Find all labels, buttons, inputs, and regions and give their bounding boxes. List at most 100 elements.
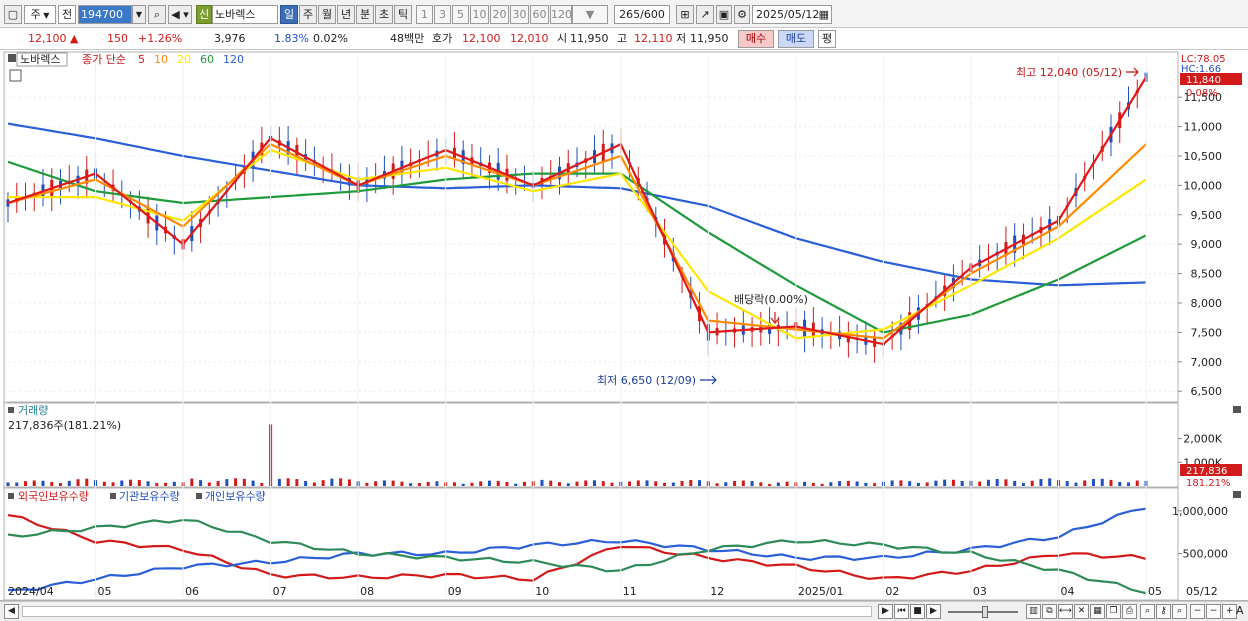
volume-bar — [260, 483, 264, 486]
play-button[interactable]: ▶ — [926, 604, 941, 619]
period-tab-0[interactable]: 일 — [280, 5, 298, 24]
minus-icon[interactable]: − — [1206, 604, 1221, 619]
overlay-icon[interactable]: ⧉ — [1042, 604, 1057, 619]
volume-bar — [785, 481, 789, 486]
magnify-icon[interactable]: ⌕ — [1172, 604, 1187, 619]
rewind-button[interactable]: ⏮ — [894, 604, 909, 619]
prev-button[interactable]: 전 — [58, 5, 76, 24]
current-price-tag: 11,840 — [1186, 75, 1221, 86]
zoom-slider-thumb[interactable] — [982, 606, 988, 618]
volume-bar — [172, 481, 176, 486]
ruler-icon[interactable]: ⟷ — [1058, 604, 1073, 619]
holding-panel-menu-icon[interactable] — [8, 493, 14, 499]
x-tick-label: 02 — [885, 585, 899, 598]
price-tick-label: 9,000 — [1191, 238, 1223, 251]
holding-panel-close-icon[interactable] — [1233, 491, 1241, 498]
buy-button[interactable]: 매수 — [738, 30, 774, 48]
scroll-right-button[interactable]: ▶ — [878, 604, 893, 619]
volume-bar — [750, 480, 754, 486]
volume-bar — [67, 480, 71, 486]
interval-tab-10[interactable]: 10 — [470, 5, 489, 24]
stock-code-input[interactable]: 194700 — [78, 5, 132, 24]
period-select[interactable]: 주 ▼ — [24, 5, 56, 24]
panel-menu-icon[interactable] — [8, 54, 16, 62]
key-icon[interactable]: ⚷ — [1156, 604, 1171, 619]
period-tab-1[interactable]: 주 — [299, 5, 317, 24]
holding-y-axis: 1,000,000 500,000 — [1172, 505, 1228, 561]
scroll-track[interactable] — [22, 606, 872, 617]
period-tab-2[interactable]: 월 — [318, 5, 336, 24]
volume-bar — [207, 482, 211, 486]
volume-bar — [452, 482, 456, 486]
scroll-left-button[interactable]: ◀ — [4, 604, 19, 619]
period-tab-5[interactable]: 초 — [375, 5, 393, 24]
interval-tab-60[interactable]: 60 — [530, 5, 549, 24]
volume-pct-tag: 181.21% — [1186, 478, 1231, 489]
search-icon[interactable]: ⌕ — [148, 5, 166, 24]
table-icon[interactable]: ▦ — [1090, 604, 1105, 619]
volume-bar — [890, 480, 894, 486]
volume-bar — [514, 483, 518, 486]
interval-tab-120[interactable]: 120 — [550, 5, 572, 24]
period-tab-4[interactable]: 분 — [356, 5, 374, 24]
font-size-icon[interactable]: A — [1236, 604, 1244, 617]
eval-button[interactable]: 평 — [818, 30, 836, 48]
interval-tab-1[interactable]: 1 — [416, 5, 433, 24]
interval-tab-5[interactable]: 5 — [452, 5, 469, 24]
ma-legend-item: 60 — [200, 53, 214, 66]
save-icon[interactable]: ▣ — [716, 5, 732, 24]
chart-settings-icon[interactable]: ⊞ — [676, 5, 694, 24]
price-tick-label: 7,000 — [1191, 356, 1223, 369]
last-date-label: 05/12 — [1186, 585, 1218, 598]
volume-panel-menu-icon[interactable] — [8, 407, 14, 413]
volume-bar — [374, 481, 378, 486]
trend-icon[interactable]: ↗ — [696, 5, 714, 24]
date-input[interactable]: 2025/05/12 ▦ — [752, 5, 832, 24]
stock-chart[interactable]: 11,50011,00010,50010,0009,5009,0008,5008… — [0, 50, 1248, 621]
calendar-icon[interactable]: ▦ — [819, 6, 829, 23]
interval-tab-20[interactable]: 20 — [490, 5, 509, 24]
volume-bar — [601, 481, 605, 486]
volume-bar — [557, 482, 561, 486]
volume-value: 3,976 — [214, 32, 246, 45]
volume-bar — [680, 480, 684, 486]
chart-type-icon[interactable]: ▥ — [1026, 604, 1041, 619]
high-annotation: 최고 12,040 (05/12) — [1016, 66, 1122, 79]
individual-menu-icon[interactable] — [196, 493, 202, 499]
bar-count-input[interactable]: 265/600 — [614, 5, 670, 24]
volume-panel — [3, 402, 1179, 488]
period-tab-6[interactable]: 틱 — [394, 5, 412, 24]
volume-bar — [1091, 479, 1095, 486]
quote-info-bar: 12,100 ▲ 150 +1.26% 3,976 1.83% 0.02% 48… — [0, 28, 1248, 50]
period-tab-3[interactable]: 년 — [337, 5, 355, 24]
high-label: 고 — [617, 32, 628, 45]
code-dropdown-button[interactable]: ▼ — [132, 5, 146, 24]
speaker-icon[interactable]: ◀ ▾ — [168, 5, 192, 24]
credit-badge: 신 — [196, 5, 212, 24]
stop-button[interactable]: ■ — [910, 604, 925, 619]
interval-custom-input[interactable]: ▼ — [572, 5, 608, 24]
volume-bar — [242, 478, 246, 486]
volume-bar — [584, 480, 588, 486]
sell-button[interactable]: 매도 — [778, 30, 814, 48]
zoom-out-icon[interactable]: − — [1190, 604, 1205, 619]
plus-icon[interactable]: + — [1222, 604, 1237, 619]
volume-panel-close-icon[interactable] — [1233, 406, 1241, 413]
gear-icon[interactable]: ⚙ — [734, 5, 750, 24]
institution-menu-icon[interactable] — [110, 493, 116, 499]
zoom-search-icon[interactable]: ⌕ — [1140, 604, 1155, 619]
current-price-value: 12,100 — [28, 32, 67, 45]
volume-bar — [470, 482, 474, 486]
low-annotation: 최저 6,650 (12/09) — [597, 374, 696, 387]
volume-bar — [663, 482, 667, 486]
volume-bar — [391, 480, 395, 486]
stock-name-field[interactable]: 노바렉스 — [212, 5, 278, 24]
chart-scroll-bar: ◀ ▶ ⏮ ■ ▶ ▥ ⧉ ⟷ ✕ ▦ ❐ ⎙ ⌕ ⚷ ⌕ − − + A — [0, 601, 1248, 621]
print-icon[interactable]: ⎙ — [1122, 604, 1137, 619]
cross-icon[interactable]: ✕ — [1074, 604, 1089, 619]
interval-tab-3[interactable]: 3 — [434, 5, 451, 24]
grid-toggle-icon[interactable] — [9, 69, 22, 82]
interval-tab-30[interactable]: 30 — [510, 5, 529, 24]
window-menu-icon[interactable]: ▢ — [4, 5, 22, 24]
copy-icon[interactable]: ❐ — [1106, 604, 1121, 619]
